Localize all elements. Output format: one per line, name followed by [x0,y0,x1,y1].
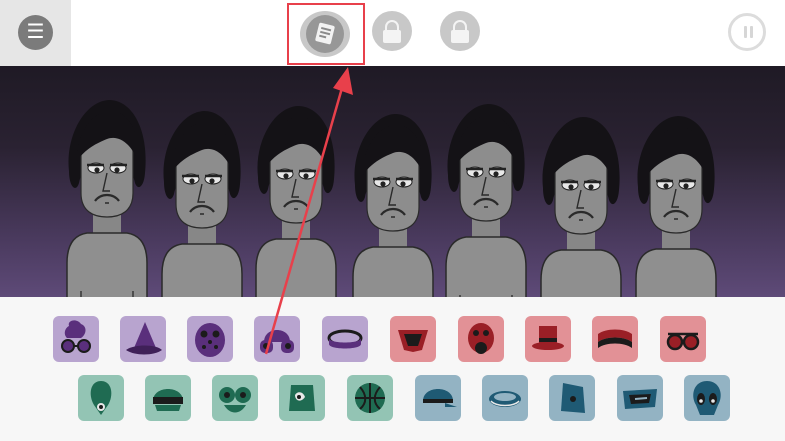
voice-icon-cap[interactable] [415,375,461,421]
character-3[interactable] [254,104,338,297]
melody-icon-alien[interactable] [78,375,124,421]
voice-icon-ring[interactable] [482,375,528,421]
character-4[interactable] [351,112,435,297]
effect-icon-tophat[interactable] [525,316,571,362]
effect-icon-gasmask[interactable] [458,316,504,362]
beat-icon-hat[interactable] [120,316,166,362]
effect-icon-headband[interactable] [592,316,638,362]
hamburger-menu-icon[interactable]: ☰ [18,15,53,50]
locked-mode-button-2[interactable] [440,11,480,51]
voice-icon-visor[interactable] [617,375,663,421]
character-5[interactable] [444,102,528,297]
top-bar: ☰ [0,0,785,66]
melody-icon-eye-mask[interactable] [279,375,325,421]
effect-icon-visor[interactable] [390,316,436,362]
stage [0,66,785,297]
mode-button[interactable] [300,11,350,57]
melody-icon-cage[interactable] [347,375,393,421]
beat-icon-band[interactable] [322,316,368,362]
character-7[interactable] [634,114,718,297]
document-icon [306,15,344,53]
voice-icon-hood[interactable] [549,375,595,421]
character-2[interactable] [160,109,244,297]
melody-icon-helmet[interactable] [145,375,191,421]
locked-mode-button-1[interactable] [372,11,412,51]
character-1[interactable] [65,98,149,297]
menu-area: ☰ [0,0,71,66]
pause-icon [744,26,747,38]
sound-palette [0,297,785,441]
beat-icon-mask[interactable] [187,316,233,362]
effect-icon-sunglasses[interactable] [660,316,706,362]
melody-icon-binoculars[interactable] [212,375,258,421]
character-row [65,98,718,297]
character-6[interactable] [539,115,623,297]
beat-icon-glasses[interactable] [53,316,99,362]
voice-icon-skull[interactable] [684,375,730,421]
beat-icon-headphones[interactable] [254,316,300,362]
pause-button[interactable] [728,13,766,51]
